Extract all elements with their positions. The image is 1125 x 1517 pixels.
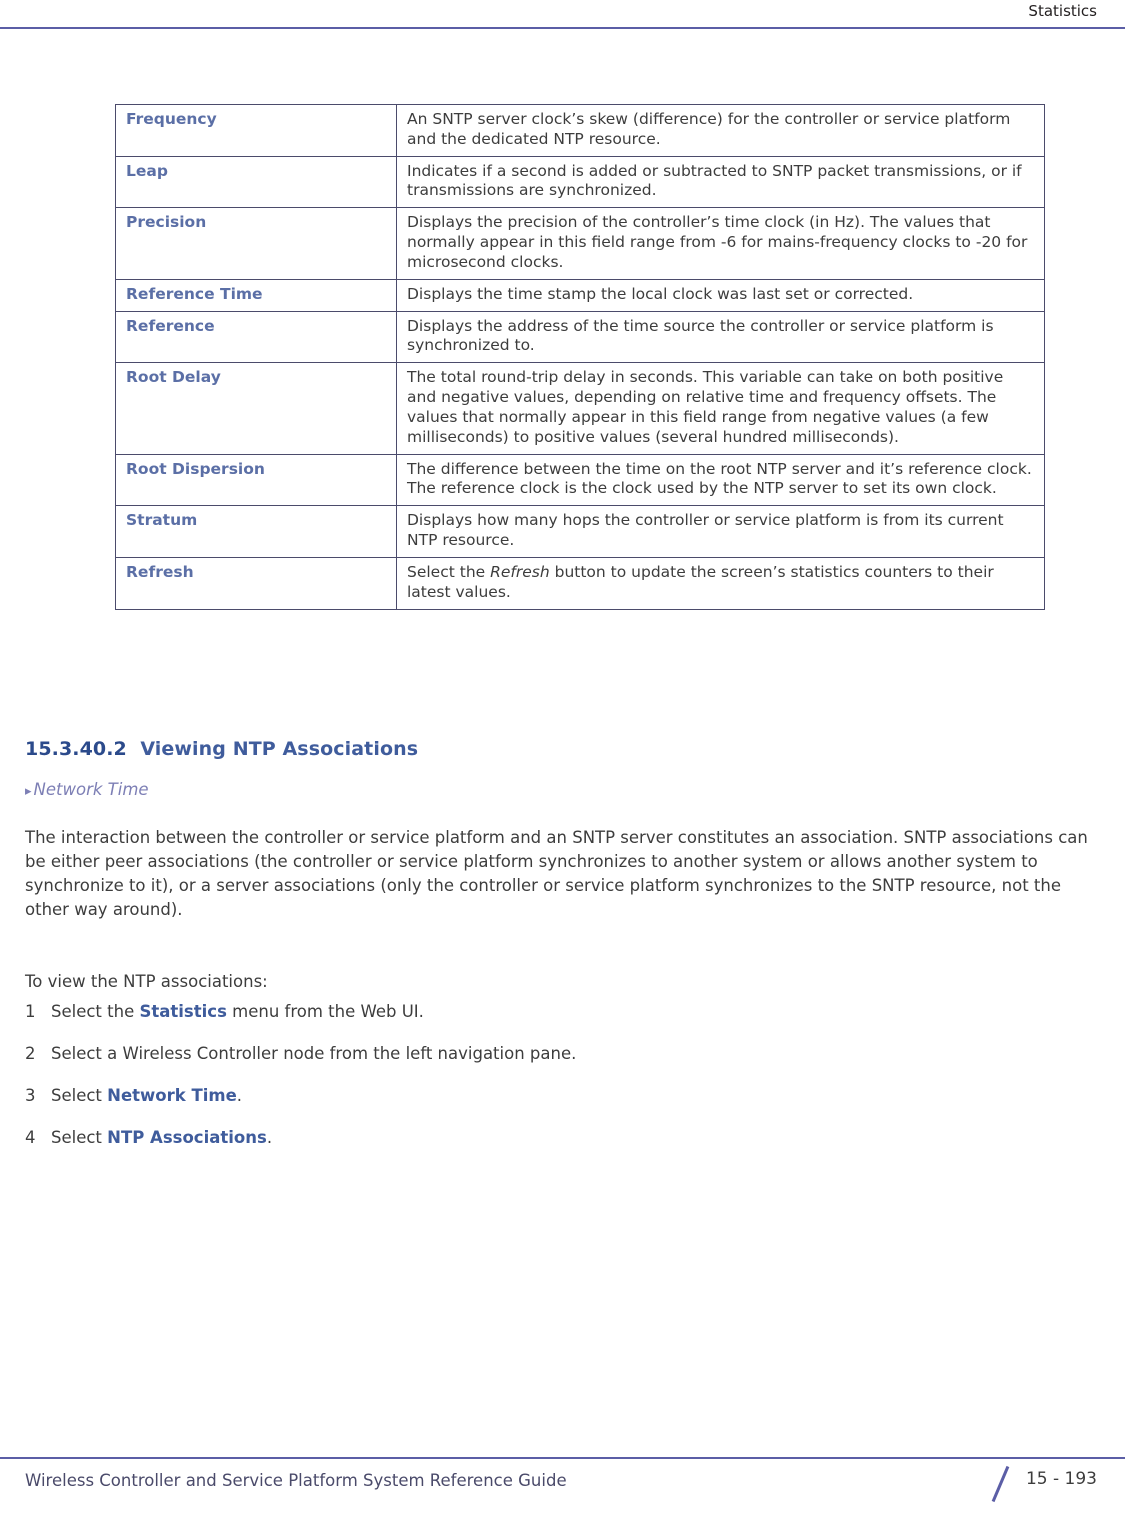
step-text-before: Select: [51, 1085, 108, 1105]
step-text-emphasis: Network Time: [107, 1085, 237, 1105]
list-item: 1 Select the Statistics menu from the We…: [25, 1000, 1095, 1024]
param-description: The total round-trip delay in seconds. T…: [396, 362, 1045, 455]
param-name: Reference Time: [115, 278, 397, 312]
param-description: Displays the time stamp the local clock …: [396, 278, 1045, 312]
param-description: The difference between the time on the r…: [396, 453, 1045, 507]
refresh-desc-before: Select the: [407, 562, 491, 581]
page-footer: Wireless Controller and Service Platform…: [0, 1457, 1125, 1517]
table-row: Leap Indicates if a second is added or s…: [115, 155, 1045, 209]
param-description: Indicates if a second is added or subtra…: [396, 155, 1045, 209]
section-number: 15.3.40.2: [25, 738, 127, 760]
step-text-before: Select the: [51, 1002, 140, 1021]
param-description: Displays how many hops the controller or…: [396, 505, 1045, 558]
param-name: Root Dispersion: [115, 453, 397, 507]
param-name: Reference: [115, 310, 397, 364]
list-item: 3 Select Network Time.: [25, 1084, 1095, 1108]
refresh-desc-italic: Refresh: [490, 562, 550, 581]
table-row: Root Delay The total round-trip delay in…: [115, 362, 1045, 455]
step-text-after: menu from the Web UI.: [226, 1002, 424, 1021]
step-text-emphasis: NTP Associations: [107, 1127, 267, 1147]
procedure-steps: 1 Select the Statistics menu from the We…: [25, 1000, 1095, 1168]
step-text-after: .: [266, 1127, 273, 1147]
step-number: 3: [25, 1085, 36, 1105]
footer-slash-decoration: [981, 1465, 1021, 1503]
step-text: Select Network Time.: [51, 1084, 242, 1108]
step-text: Select NTP Associations.: [51, 1126, 272, 1150]
table-row: Stratum Displays how many hops the contr…: [115, 505, 1045, 558]
document-page: Statistics Frequency An SNTP server cloc…: [0, 0, 1125, 1517]
footer-guide-title: Wireless Controller and Service Platform…: [25, 1471, 567, 1490]
param-name: Refresh: [115, 556, 397, 610]
table-row: Reference Time Displays the time stamp t…: [115, 278, 1045, 312]
param-name: Frequency: [115, 104, 397, 157]
header-title: Statistics: [1028, 2, 1097, 20]
arrow-right-icon: ▸: [25, 784, 32, 799]
crossreference-link[interactable]: ▸ Network Time: [25, 780, 149, 799]
table-row: Reference Displays the address of the ti…: [115, 310, 1045, 364]
parameter-table-container: Frequency An SNTP server clock’s skew (d…: [115, 104, 1045, 610]
body-paragraph-2: To view the NTP associations:: [25, 972, 268, 991]
step-text-after: .: [236, 1085, 243, 1105]
param-name: Leap: [115, 155, 397, 209]
step-number: 2: [25, 1043, 36, 1063]
param-name: Root Delay: [115, 362, 397, 455]
section-title: Viewing NTP Associations: [140, 738, 419, 760]
param-description-refresh: Select the Refresh button to update the …: [396, 556, 1045, 610]
table-row: Frequency An SNTP server clock’s skew (d…: [115, 104, 1045, 157]
step-text: Select a Wireless Controller node from t…: [51, 1042, 576, 1066]
table-row: Root Dispersion The difference between t…: [115, 453, 1045, 507]
param-name: Stratum: [115, 505, 397, 558]
footer-page-number: 15 - 193: [1025, 1469, 1097, 1489]
step-number: 1: [25, 1002, 36, 1021]
step-text-before: Select a Wireless Controller node from t…: [51, 1043, 577, 1063]
step-text-before: Select: [51, 1127, 108, 1147]
parameter-table: Frequency An SNTP server clock’s skew (d…: [115, 104, 1045, 610]
header-divider: [0, 27, 1125, 29]
param-name: Precision: [115, 207, 397, 280]
table-row: Precision Displays the precision of the …: [115, 207, 1045, 280]
step-text-emphasis: Statistics: [139, 1002, 227, 1021]
param-description: Displays the address of the time source …: [396, 310, 1045, 364]
page-header: Statistics: [0, 0, 1125, 30]
crossreference-label: Network Time: [33, 780, 149, 799]
body-paragraph-1: The interaction between the controller o…: [25, 828, 1088, 919]
table-row: Refresh Select the Refresh button to upd…: [115, 556, 1045, 610]
list-item: 2 Select a Wireless Controller node from…: [25, 1042, 1095, 1066]
param-description: An SNTP server clock’s skew (difference)…: [396, 104, 1045, 157]
step-text: Select the Statistics menu from the Web …: [51, 1000, 424, 1024]
list-item: 4 Select NTP Associations.: [25, 1126, 1095, 1150]
param-description: Displays the precision of the controller…: [396, 207, 1045, 280]
footer-divider: [0, 1457, 1125, 1459]
section-heading: 15.3.40.2 Viewing NTP Associations: [25, 738, 418, 760]
step-number: 4: [25, 1127, 36, 1147]
